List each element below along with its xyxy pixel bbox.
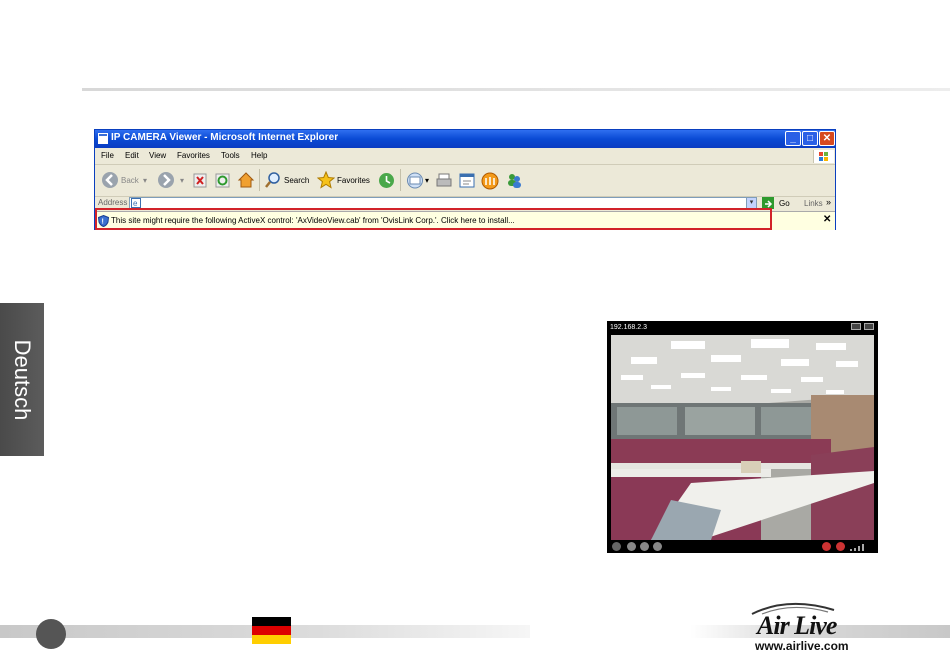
back-dropdown-icon[interactable]: ▾ xyxy=(143,176,147,185)
home-icon[interactable] xyxy=(237,171,255,189)
print-icon[interactable] xyxy=(435,172,453,189)
page-number-circle xyxy=(36,619,66,649)
pause-icon[interactable] xyxy=(627,542,636,551)
mail-dropdown-icon[interactable]: ▾ xyxy=(425,176,429,185)
mail-icon[interactable] xyxy=(406,172,424,189)
refresh-icon[interactable] xyxy=(215,173,230,188)
window-title: IP CAMERA Viewer - Microsoft Internet Ex… xyxy=(111,132,339,143)
history-icon[interactable] xyxy=(378,172,395,189)
go-button[interactable]: Go xyxy=(779,199,790,208)
airlive-logo: Air Live xyxy=(757,611,837,640)
toolbar-separator xyxy=(259,169,260,191)
volume-level-icon xyxy=(850,544,864,551)
back-label[interactable]: Back xyxy=(121,176,139,185)
snapshot-icon[interactable] xyxy=(851,323,861,330)
german-flag-icon xyxy=(252,617,291,644)
chevron-right-icon[interactable]: » xyxy=(826,197,831,207)
favorites-star-icon[interactable] xyxy=(317,171,335,189)
toolbar: Back ▾ ▾ Search Favorites ▾ xyxy=(95,165,835,197)
menu-help[interactable]: Help xyxy=(251,151,267,160)
stop-icon[interactable] xyxy=(193,173,207,188)
airlive-url: www.airlive.com xyxy=(755,639,849,653)
back-icon[interactable] xyxy=(101,171,119,189)
highlight-box xyxy=(95,208,772,230)
svg-text:e: e xyxy=(133,199,138,208)
maximize-button[interactable]: □ xyxy=(802,131,818,146)
title-bar: IP CAMERA Viewer - Microsoft Internet Ex… xyxy=(95,130,835,148)
top-rule xyxy=(82,88,950,91)
ie-app-icon xyxy=(98,133,108,144)
menu-edit[interactable]: Edit xyxy=(125,151,139,160)
forward-dropdown-icon[interactable]: ▾ xyxy=(180,176,184,185)
camera-video-feed xyxy=(611,335,874,540)
menu-view[interactable]: View xyxy=(149,151,166,160)
zoom-icon[interactable] xyxy=(612,542,621,551)
forward-icon[interactable] xyxy=(157,171,175,189)
search-icon[interactable] xyxy=(264,171,282,189)
camera-ip-label: 192.168.2.3 xyxy=(610,324,647,331)
menu-file[interactable]: File xyxy=(101,151,114,160)
minimize-button[interactable]: _ xyxy=(785,131,801,146)
audio-icon[interactable] xyxy=(836,542,845,551)
info-bar-close-icon[interactable]: ✕ xyxy=(823,214,831,225)
address-label: Address xyxy=(98,198,128,207)
windows-logo-icon xyxy=(813,150,834,163)
language-tab-label: Deutsch xyxy=(10,339,35,421)
camera-viewer: 192.168.2.3 xyxy=(607,321,878,553)
search-label[interactable]: Search xyxy=(284,176,309,185)
menu-favorites[interactable]: Favorites xyxy=(177,151,210,160)
contacts-icon[interactable] xyxy=(505,171,523,189)
links-button[interactable]: Links xyxy=(804,199,823,208)
stop-video-icon[interactable] xyxy=(640,542,649,551)
favorites-label[interactable]: Favorites xyxy=(337,176,370,185)
play-icon[interactable] xyxy=(653,542,662,551)
menu-bar: File Edit View Favorites Tools Help xyxy=(95,149,835,165)
close-button[interactable]: ✕ xyxy=(819,131,835,146)
record-icon[interactable] xyxy=(822,542,831,551)
page-icon: e xyxy=(131,198,141,208)
fullscreen-icon[interactable] xyxy=(864,323,874,330)
edit-icon[interactable] xyxy=(458,172,476,189)
messenger-icon[interactable] xyxy=(481,172,499,190)
menu-tools[interactable]: Tools xyxy=(221,151,240,160)
toolbar-separator xyxy=(400,169,401,191)
